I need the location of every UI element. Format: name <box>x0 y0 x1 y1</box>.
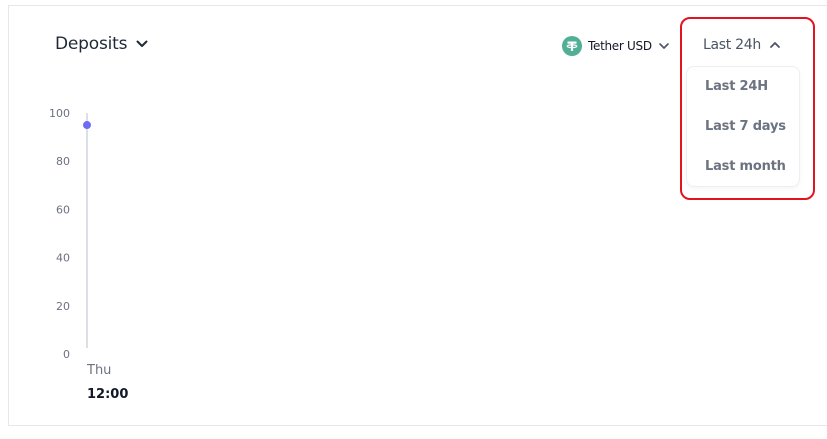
y-tick-label: 20 <box>56 300 70 313</box>
y-tick-label: 0 <box>63 348 70 361</box>
data-point <box>83 121 91 130</box>
y-tick-label: 40 <box>56 252 70 265</box>
deposits-chart: 0 20 40 60 80 100 Thu 12:00 <box>49 107 128 402</box>
x-tick-label-day: Thu <box>86 363 111 378</box>
y-tick-label: 60 <box>56 203 70 216</box>
y-tick-label: 100 <box>49 107 70 120</box>
y-tick-label: 80 <box>56 155 70 168</box>
x-tick-label-time: 12:00 <box>87 387 128 402</box>
